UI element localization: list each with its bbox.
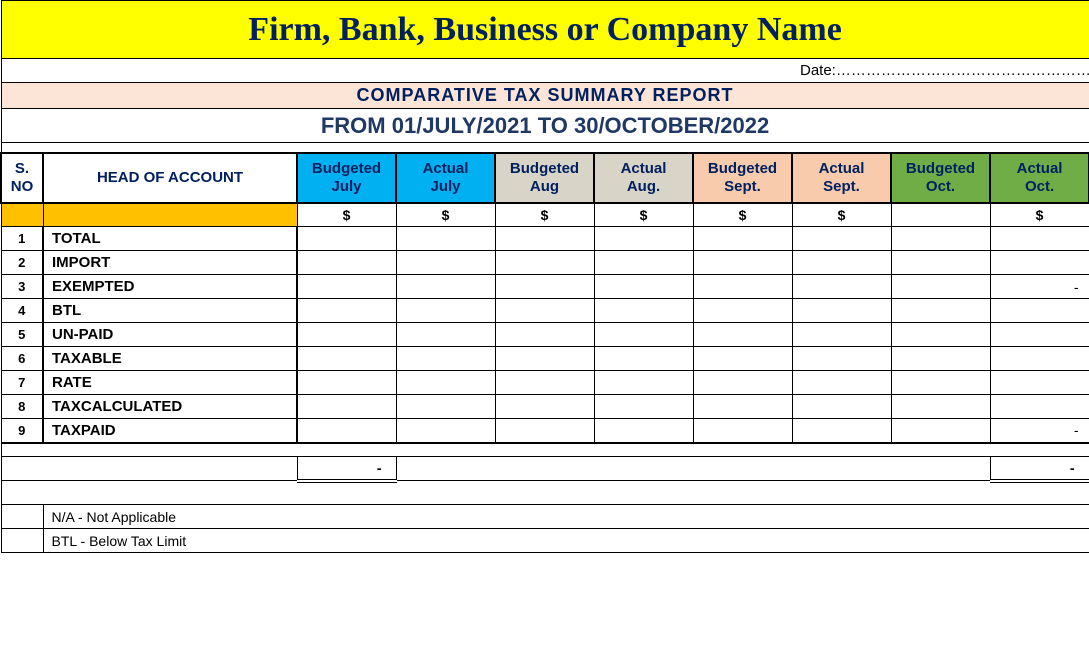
table-row: 5 UN-PAID (1, 323, 1089, 347)
currency-6 (891, 203, 990, 227)
blank-row (1, 481, 1089, 505)
tax-summary-table: Firm, Bank, Business or Company Name Dat… (0, 0, 1089, 553)
currency-1: $ (396, 203, 495, 227)
table-row: 6 TAXABLE (1, 347, 1089, 371)
currency-row: $ $ $ $ $ $ $ (1, 203, 1089, 227)
currency-account-blank (43, 203, 297, 227)
header-actual-sep: Actual Sept. (792, 153, 891, 203)
spacer-row (1, 143, 1089, 153)
table-row: 9 TAXPAID - (1, 419, 1089, 443)
header-actual-aug: Actual Aug. (594, 153, 693, 203)
legend-na: N/A - Not Applicable (43, 505, 1089, 529)
column-header-row: S. NO HEAD OF ACCOUNT Budgeted July Actu… (1, 153, 1089, 203)
header-budgeted-aug: Budgeted Aug (495, 153, 594, 203)
summary-row: - - (1, 457, 1089, 481)
table-row: 1 TOTAL (1, 227, 1089, 251)
legend-row: BTL - Below Tax Limit (1, 529, 1089, 553)
currency-2: $ (495, 203, 594, 227)
table-row: 8 TAXCALCULATED (1, 395, 1089, 419)
date-row: Date:……………………………………………… (1, 59, 1089, 83)
header-account: HEAD OF ACCOUNT (43, 153, 297, 203)
header-budgeted-july: Budgeted July (297, 153, 396, 203)
currency-7: $ (990, 203, 1089, 227)
summary-val-7: - (990, 457, 1089, 481)
date-range-row: FROM 01/JULY/2021 TO 30/OCTOBER/2022 (1, 109, 1089, 143)
currency-5: $ (792, 203, 891, 227)
table-row: 4 BTL (1, 299, 1089, 323)
header-sno: S. NO (1, 153, 43, 203)
summary-val-0: - (297, 457, 396, 481)
table-row: 3 EXEMPTED - (1, 275, 1089, 299)
date-field[interactable]: Date:……………………………………………… (792, 59, 1089, 83)
legend-btl: BTL - Below Tax Limit (43, 529, 1089, 553)
company-title: Firm, Bank, Business or Company Name (1, 1, 1089, 59)
table-row: 2 IMPORT (1, 251, 1089, 275)
legend-row: N/A - Not Applicable (1, 505, 1089, 529)
header-budgeted-oct: Budgeted Oct. (891, 153, 990, 203)
report-title: COMPARATIVE TAX SUMMARY REPORT (1, 83, 1089, 109)
currency-3: $ (594, 203, 693, 227)
currency-sno-blank (1, 203, 43, 227)
gap-row (1, 443, 1089, 457)
header-budgeted-sep: Budgeted Sept. (693, 153, 792, 203)
table-row: 7 RATE (1, 371, 1089, 395)
currency-0: $ (297, 203, 396, 227)
currency-4: $ (693, 203, 792, 227)
date-range: FROM 01/JULY/2021 TO 30/OCTOBER/2022 (1, 109, 1089, 143)
header-actual-oct: Actual Oct. (990, 153, 1089, 203)
report-title-row: COMPARATIVE TAX SUMMARY REPORT (1, 83, 1089, 109)
header-actual-july: Actual July (396, 153, 495, 203)
company-title-row: Firm, Bank, Business or Company Name (1, 1, 1089, 59)
